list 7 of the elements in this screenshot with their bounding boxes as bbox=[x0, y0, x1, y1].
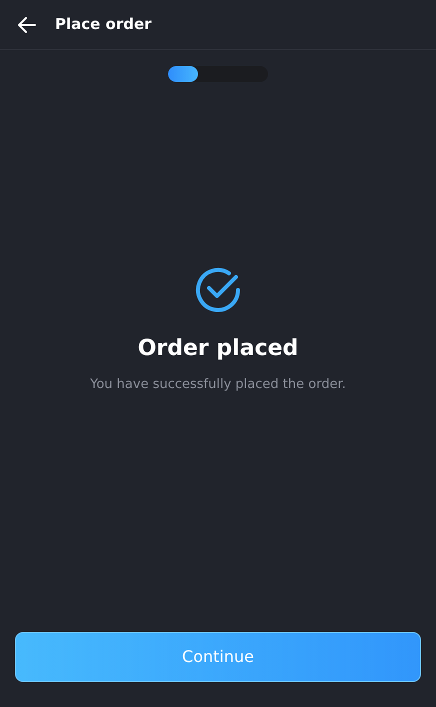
back-button[interactable] bbox=[17, 14, 37, 34]
page-title: Place order bbox=[55, 14, 152, 36]
continue-button[interactable]: Continue bbox=[15, 632, 421, 682]
check-circle-icon bbox=[194, 266, 242, 314]
success-message: You have successfully placed the order. bbox=[90, 376, 346, 394]
back-arrow-icon bbox=[18, 16, 36, 32]
success-title: Order placed bbox=[138, 335, 298, 363]
